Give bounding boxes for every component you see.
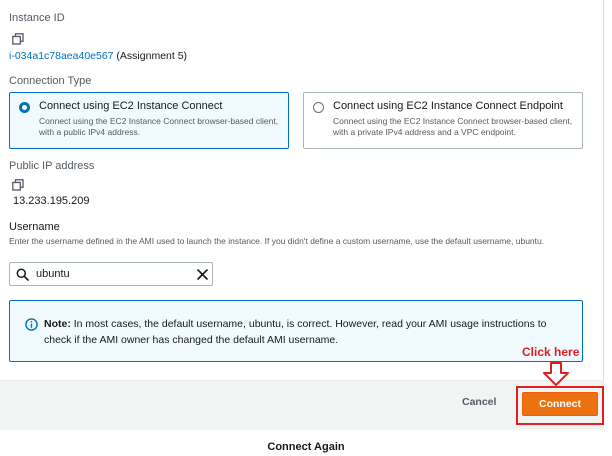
username-description: Enter the username defined in the AMI us… bbox=[9, 236, 545, 246]
connection-option-description: Connect using the EC2 Instance Connect b… bbox=[39, 116, 279, 137]
clear-icon[interactable] bbox=[196, 268, 209, 281]
search-icon bbox=[16, 268, 29, 281]
radio-selected[interactable] bbox=[19, 102, 30, 113]
connect-again-text: Connect Again bbox=[267, 441, 345, 453]
connection-option-instance-connect[interactable]: Connect using EC2 Instance Connect Conne… bbox=[9, 92, 289, 149]
info-alert-text: Note: In most cases, the default usernam… bbox=[44, 316, 574, 348]
instance-id-row: i-034a1c78aea40e567 (Assignment 5) bbox=[9, 50, 187, 62]
modal-footer bbox=[0, 380, 604, 430]
username-input[interactable] bbox=[36, 266, 186, 282]
instance-id-label: Instance ID bbox=[9, 12, 65, 24]
annotation-click-here: Click here bbox=[522, 345, 580, 359]
username-label: Username bbox=[9, 221, 60, 233]
radio-unselected[interactable] bbox=[313, 102, 324, 113]
cancel-button[interactable]: Cancel bbox=[462, 396, 496, 408]
username-field[interactable] bbox=[9, 262, 213, 286]
info-alert-prefix: Note: bbox=[44, 318, 71, 330]
info-alert-body: In most cases, the default username, ubu… bbox=[44, 318, 547, 346]
connect-panel: Instance ID i-034a1c78aea40e567 (Assignm… bbox=[0, 0, 604, 380]
public-ip-label: Public IP address bbox=[9, 160, 95, 172]
connection-option-endpoint[interactable]: Connect using EC2 Instance Connect Endpo… bbox=[303, 92, 583, 149]
connection-option-title: Connect using EC2 Instance Connect bbox=[39, 100, 223, 112]
arrow-down-icon bbox=[543, 362, 569, 386]
info-icon bbox=[25, 318, 38, 331]
instance-name: (Assignment 5) bbox=[113, 50, 188, 62]
copy-icon[interactable] bbox=[12, 179, 24, 191]
instance-id-link[interactable]: i-034a1c78aea40e567 bbox=[9, 50, 114, 62]
connection-type-label: Connection Type bbox=[9, 75, 92, 87]
copy-icon[interactable] bbox=[12, 33, 24, 45]
annotation-highlight-box bbox=[516, 386, 604, 425]
connection-option-title: Connect using EC2 Instance Connect Endpo… bbox=[333, 100, 563, 112]
connection-option-description: Connect using the EC2 Instance Connect b… bbox=[333, 116, 573, 137]
public-ip-value: 13.233.195.209 bbox=[13, 195, 90, 207]
info-alert: Note: In most cases, the default usernam… bbox=[9, 300, 583, 362]
